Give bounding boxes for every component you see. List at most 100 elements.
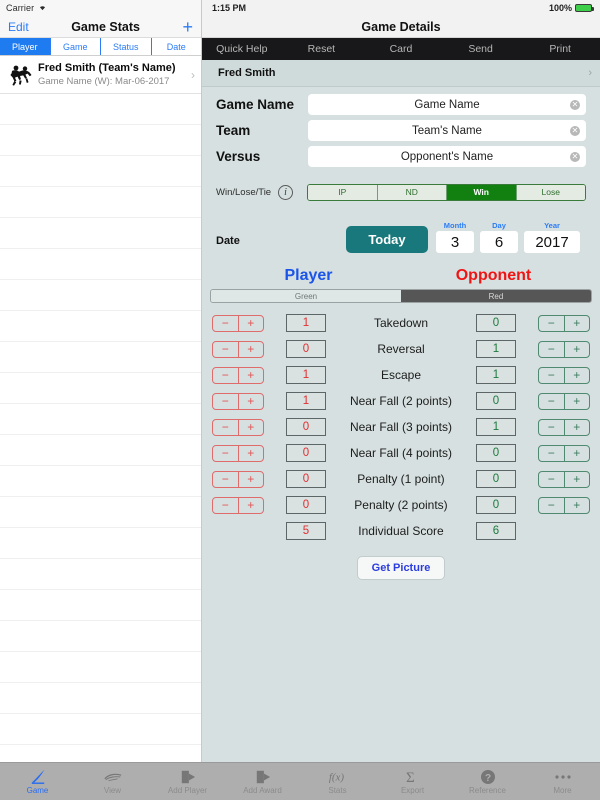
print-button[interactable]: Print xyxy=(520,43,600,55)
color-option-green[interactable]: Green xyxy=(211,290,401,302)
player-stepper[interactable]: − + xyxy=(212,392,264,410)
plus-icon[interactable]: + xyxy=(239,342,264,357)
plus-icon[interactable]: + xyxy=(565,394,590,409)
reset-button[interactable]: Reset xyxy=(282,43,362,55)
list-item-empty[interactable] xyxy=(0,187,201,218)
opponent-stepper[interactable]: − + xyxy=(538,418,590,436)
tab-game[interactable]: Game xyxy=(0,763,75,800)
month-value[interactable]: 3 xyxy=(436,231,474,253)
opponent-stepper[interactable]: − + xyxy=(538,444,590,462)
list-item-empty[interactable] xyxy=(0,497,201,528)
minus-icon[interactable]: − xyxy=(213,315,239,331)
plus-icon[interactable]: + xyxy=(565,316,590,331)
minus-icon[interactable]: − xyxy=(539,315,565,331)
minus-icon[interactable]: − xyxy=(539,393,565,409)
tab-view[interactable]: View xyxy=(75,763,150,800)
minus-icon[interactable]: − xyxy=(213,419,239,435)
wlt-option-win[interactable]: Win xyxy=(447,184,517,200)
plus-icon[interactable]: + xyxy=(239,394,264,409)
minus-icon[interactable]: − xyxy=(213,471,239,487)
game-name-input[interactable]: Game Name ✕ xyxy=(308,94,586,115)
wlt-option-ip[interactable]: IP xyxy=(308,184,378,200)
list-item-empty[interactable] xyxy=(0,683,201,714)
color-option-red[interactable]: Red xyxy=(401,290,591,302)
minus-icon[interactable]: − xyxy=(213,341,239,357)
plus-icon[interactable]: + xyxy=(239,446,264,461)
list-item-empty[interactable] xyxy=(0,435,201,466)
player-score-value[interactable]: 0 xyxy=(286,444,326,462)
list-item-empty[interactable] xyxy=(0,311,201,342)
quick-help-button[interactable]: Quick Help xyxy=(202,43,282,55)
plus-icon[interactable]: + xyxy=(565,368,590,383)
plus-icon[interactable]: + xyxy=(565,420,590,435)
opponent-score-value[interactable]: 0 xyxy=(476,444,516,462)
send-button[interactable]: Send xyxy=(441,43,521,55)
year-value[interactable]: 2017 xyxy=(524,231,580,253)
opponent-score-value[interactable]: 1 xyxy=(476,418,516,436)
list-item-empty[interactable] xyxy=(0,621,201,652)
minus-icon[interactable]: − xyxy=(539,341,565,357)
player-score-value[interactable]: 5 xyxy=(286,522,326,540)
opponent-score-value[interactable]: 0 xyxy=(476,470,516,488)
clear-icon[interactable]: ✕ xyxy=(570,151,580,162)
minus-icon[interactable]: − xyxy=(539,497,565,513)
plus-icon[interactable]: + xyxy=(565,446,590,461)
sort-tab-date[interactable]: Date xyxy=(151,38,201,55)
tab-stats[interactable]: f(x) Stats xyxy=(300,763,375,800)
info-icon[interactable]: i xyxy=(278,184,293,200)
day-value[interactable]: 6 xyxy=(480,231,518,253)
tab-add-player[interactable]: Add Player xyxy=(150,763,225,800)
opponent-score-value[interactable]: 6 xyxy=(476,522,516,540)
minus-icon[interactable]: − xyxy=(539,445,565,461)
plus-icon[interactable]: + xyxy=(239,472,264,487)
plus-icon[interactable]: + xyxy=(565,342,590,357)
minus-icon[interactable]: − xyxy=(539,471,565,487)
opponent-score-value[interactable]: 0 xyxy=(476,392,516,410)
player-score-value[interactable]: 1 xyxy=(286,314,326,332)
opponent-stepper[interactable]: − + xyxy=(538,366,590,384)
opponent-score-value[interactable]: 1 xyxy=(476,340,516,358)
sort-tab-player[interactable]: Player xyxy=(0,38,51,55)
player-stepper[interactable]: − + xyxy=(212,470,264,488)
minus-icon[interactable]: − xyxy=(213,367,239,383)
win-lose-tie-segmented-control[interactable]: IP ND Win Lose xyxy=(307,183,586,201)
minus-icon[interactable]: − xyxy=(539,419,565,435)
player-stepper[interactable]: − + xyxy=(212,340,264,358)
player-stepper[interactable]: − + xyxy=(212,366,264,384)
minus-icon[interactable]: − xyxy=(213,445,239,461)
list-item-empty[interactable] xyxy=(0,342,201,373)
card-button[interactable]: Card xyxy=(361,43,441,55)
list-item-empty[interactable] xyxy=(0,404,201,435)
sort-segmented-control[interactable]: Player Game Status Date xyxy=(0,38,201,56)
list-item-empty[interactable] xyxy=(0,559,201,590)
add-button[interactable]: + xyxy=(182,18,193,36)
sort-tab-game[interactable]: Game xyxy=(50,38,101,55)
day-field[interactable]: Day 6 xyxy=(480,221,518,253)
wlt-option-nd[interactable]: ND xyxy=(377,184,447,200)
plus-icon[interactable]: + xyxy=(239,420,264,435)
player-score-value[interactable]: 0 xyxy=(286,496,326,514)
tab-reference[interactable]: ? Reference xyxy=(450,763,525,800)
list-item-empty[interactable] xyxy=(0,218,201,249)
list-item-empty[interactable] xyxy=(0,714,201,745)
player-stepper[interactable]: − + xyxy=(212,418,264,436)
player-stepper[interactable]: − + xyxy=(212,314,264,332)
minus-icon[interactable]: − xyxy=(213,393,239,409)
list-item-empty[interactable] xyxy=(0,249,201,280)
tab-add-award[interactable]: Add Award xyxy=(225,763,300,800)
opponent-stepper[interactable]: − + xyxy=(538,392,590,410)
list-item-empty[interactable] xyxy=(0,528,201,559)
team-input[interactable]: Team's Name ✕ xyxy=(308,120,586,141)
opponent-stepper[interactable]: − + xyxy=(538,496,590,514)
opponent-score-value[interactable]: 1 xyxy=(476,366,516,384)
sort-tab-status[interactable]: Status xyxy=(101,38,152,55)
plus-icon[interactable]: + xyxy=(565,498,590,513)
list-item[interactable]: Fred Smith (Team's Name) Game Name (W): … xyxy=(0,56,201,94)
wlt-option-lose[interactable]: Lose xyxy=(516,184,585,200)
player-score-value[interactable]: 0 xyxy=(286,418,326,436)
clear-icon[interactable]: ✕ xyxy=(570,99,580,110)
list-item-empty[interactable] xyxy=(0,280,201,311)
opponent-score-value[interactable]: 0 xyxy=(476,314,516,332)
month-field[interactable]: Month 3 xyxy=(436,221,474,253)
minus-icon[interactable]: − xyxy=(539,367,565,383)
